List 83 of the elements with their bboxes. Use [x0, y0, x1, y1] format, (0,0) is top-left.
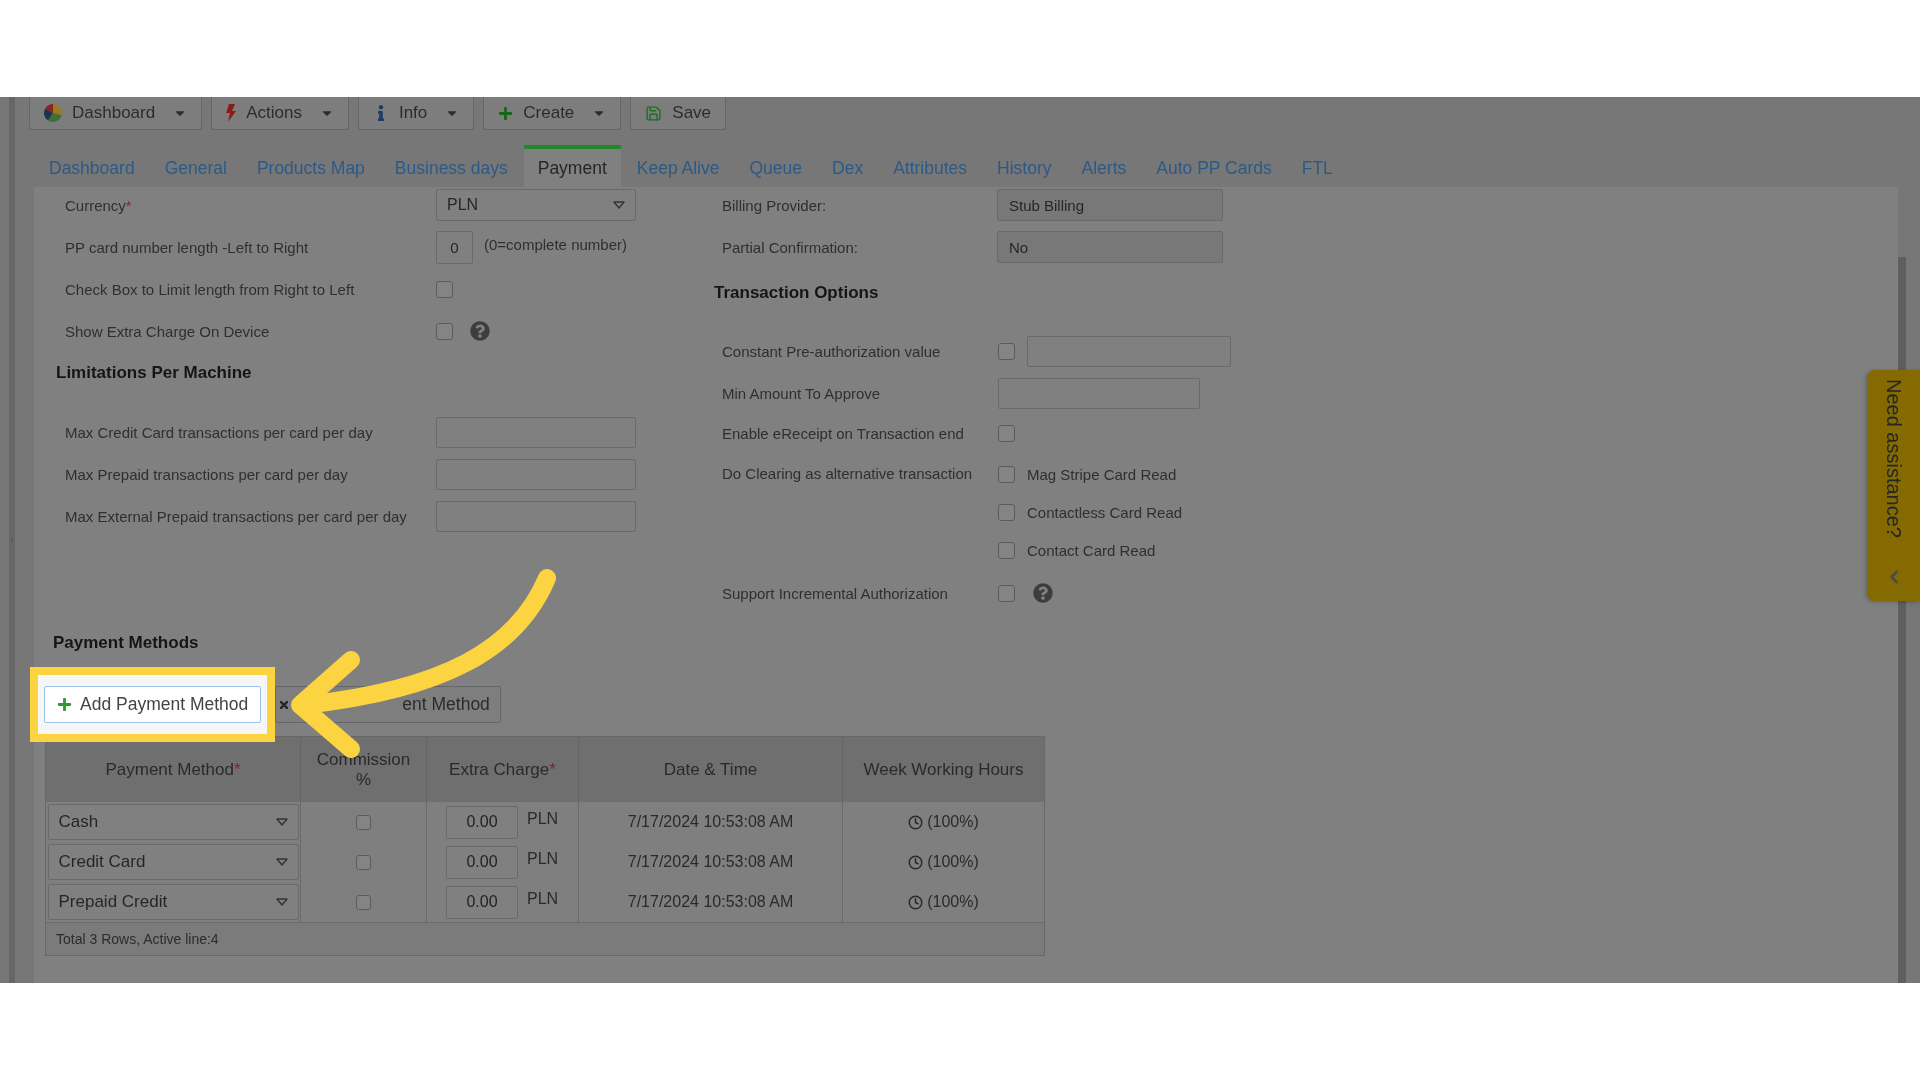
column-header: Commission % [301, 737, 427, 802]
field-label: Check Box to Limit length from Right to Left [65, 280, 356, 298]
option-label: Mag Stripe Card Read [1027, 465, 1177, 483]
caret-icon [275, 818, 288, 826]
field-label: Billing Provider: [722, 196, 828, 214]
working-hours-text: (100%) [927, 893, 979, 911]
field-label: Do Clearing as alternative transaction [722, 464, 974, 484]
help-icon[interactable] [470, 321, 490, 341]
caret-icon [613, 201, 625, 209]
toolbar-button[interactable]: Save [630, 97, 727, 130]
currency-select[interactable]: PLN [436, 189, 636, 221]
date-time-text: 7/17/2024 10:53:08 AM [627, 893, 794, 911]
sidebar-splitter[interactable] [9, 97, 15, 983]
need-assistance-tab[interactable]: Need assistance? [1867, 370, 1920, 601]
toolbar-button[interactable]: Create [483, 97, 622, 130]
help-icon[interactable] [1033, 583, 1053, 603]
clock-icon [908, 854, 924, 870]
working-hours-text: (100%) [927, 853, 979, 871]
toolbar-button[interactable]: Actions [211, 97, 349, 130]
section-heading: Limitations Per Machine [56, 362, 253, 384]
caret-icon [275, 858, 288, 866]
checkbox[interactable] [436, 322, 453, 340]
checkbox[interactable] [436, 280, 453, 298]
plus-icon [498, 105, 514, 121]
checkbox[interactable] [998, 503, 1015, 521]
field-label: PP card number length -Left to Right [65, 238, 310, 256]
hint-text: (0=complete number) [484, 235, 627, 253]
field-label: Constant Pre-authorization value [722, 342, 942, 360]
checkbox[interactable] [356, 894, 371, 910]
field-label: Currency* [65, 196, 133, 214]
checkbox[interactable] [998, 584, 1015, 602]
working-hours-text: (100%) [927, 813, 979, 831]
field-label: Enable eReceipt on Transaction end [722, 424, 965, 442]
field-label: Max External Prepaid transactions per card per day [65, 507, 408, 525]
field-label: Max Credit Card transactions per card per day [65, 423, 374, 441]
amount-field[interactable]: 0.00 [446, 845, 518, 879]
checkbox[interactable] [998, 465, 1015, 483]
checkbox[interactable] [998, 342, 1015, 360]
payment-method-select[interactable]: Credit Card [47, 844, 299, 880]
field-label: Min Amount To Approve [722, 384, 882, 402]
readonly-field: No [997, 231, 1223, 263]
caret-icon [275, 898, 288, 906]
date-time-text: 7/17/2024 10:53:08 AM [627, 813, 794, 831]
column-header: Week Working Hours [862, 758, 1025, 781]
toolbar-button[interactable]: Info [357, 97, 475, 130]
date-time-text: 7/17/2024 10:53:08 AM [627, 853, 794, 871]
tab[interactable]: Payment [523, 145, 621, 187]
field-label: Max Prepaid transactions per card per day [65, 465, 349, 483]
payment-method-select[interactable]: Prepaid Credit [47, 884, 299, 920]
checkbox[interactable] [998, 424, 1015, 442]
column-header: Extra Charge* [427, 737, 579, 802]
scrollbar-thumb[interactable] [1898, 601, 1906, 983]
save-icon [645, 104, 663, 122]
chevron-left-icon [9, 535, 15, 545]
pie-chart-icon [44, 104, 62, 122]
field-label: Show Extra Charge On Device [65, 322, 271, 340]
checkbox[interactable] [356, 814, 371, 830]
number-field[interactable]: 0 [436, 230, 473, 264]
row-count-text: Total 3 Rows, Active line:4 [56, 931, 219, 947]
amount-field[interactable]: 0.00 [446, 885, 518, 919]
section-heading: Payment Methods [53, 632, 200, 654]
add-button[interactable]: Add Payment Method [44, 686, 262, 723]
scrollbar-thumb[interactable] [1898, 257, 1906, 370]
clock-icon [908, 894, 924, 910]
checkbox[interactable] [356, 854, 371, 870]
field-label: Partial Confirmation: [722, 238, 859, 256]
option-label: Contactless Card Read [1027, 503, 1183, 521]
field-label: Support Incremental Authorization [722, 584, 949, 602]
plus-icon [57, 697, 72, 712]
lightning-icon [226, 104, 237, 122]
toolbar-button[interactable]: Dashboard [29, 97, 203, 130]
option-label: Contact Card Read [1027, 541, 1156, 559]
payment-method-select[interactable]: Cash [47, 804, 299, 840]
readonly-field: Stub Billing [997, 189, 1223, 221]
clock-icon [908, 814, 924, 830]
amount-field[interactable]: 0.00 [446, 805, 518, 839]
currency-text: PLN [527, 890, 559, 908]
column-header: Date & Time [579, 737, 843, 802]
checkbox[interactable] [998, 541, 1015, 559]
currency-text: PLN [527, 850, 559, 868]
section-heading: Transaction Options [714, 282, 880, 304]
close-icon [280, 700, 289, 709]
currency-text: PLN [527, 810, 559, 828]
